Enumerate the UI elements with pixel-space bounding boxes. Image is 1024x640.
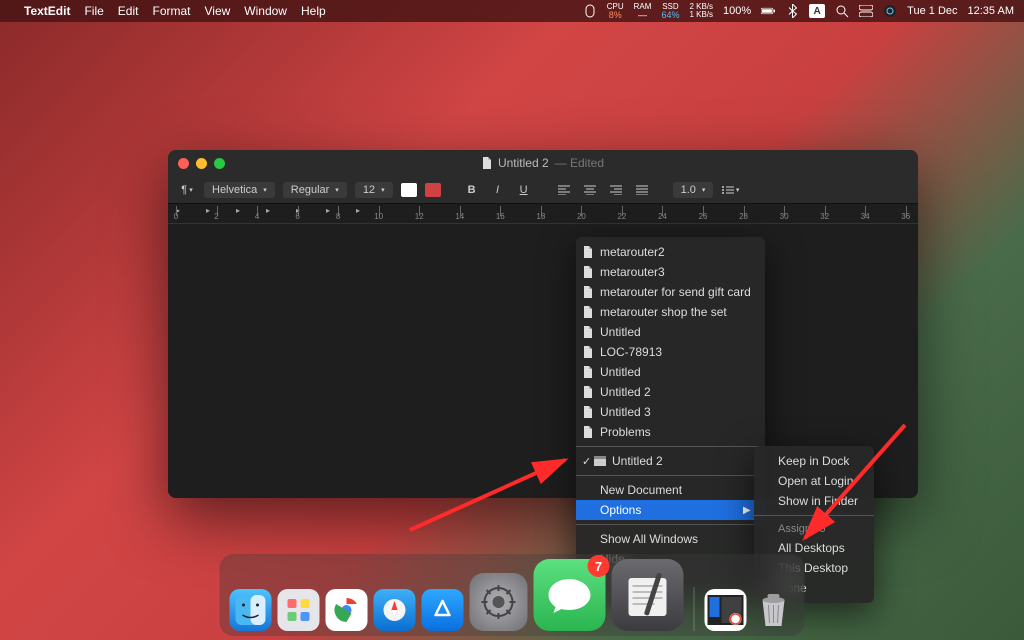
list-button[interactable]: ▾ bbox=[721, 181, 739, 199]
format-toolbar: ¶▾ Helvetica▾ Regular▾ 12▾ B I U 1.0▾ ▾ bbox=[168, 176, 918, 204]
menu-window[interactable]: Window bbox=[244, 4, 287, 18]
menu-recent-document[interactable]: Problems bbox=[576, 422, 765, 442]
paragraph-style-button[interactable]: ¶▾ bbox=[178, 181, 196, 199]
battery-percent[interactable]: 100% bbox=[723, 5, 751, 17]
menu-show-all-windows[interactable]: Show All Windows bbox=[576, 529, 765, 549]
net-stat[interactable]: 2 KB/s1 KB/s bbox=[689, 3, 713, 19]
dock-context-menu: metarouter2metarouter3metarouter for sen… bbox=[576, 237, 765, 594]
document-icon bbox=[582, 345, 594, 359]
dock: 7 bbox=[220, 554, 805, 636]
bluetooth-icon[interactable] bbox=[785, 4, 799, 18]
menu-recent-document[interactable]: metarouter shop the set bbox=[576, 302, 765, 322]
document-icon bbox=[582, 285, 594, 299]
underline-button[interactable]: U bbox=[515, 181, 533, 199]
document-icon bbox=[482, 157, 492, 169]
document-icon bbox=[582, 425, 594, 439]
document-icon bbox=[582, 265, 594, 279]
menu-recent-document[interactable]: metarouter for send gift card bbox=[576, 282, 765, 302]
menu-file[interactable]: File bbox=[84, 4, 103, 18]
align-justify-button[interactable] bbox=[633, 181, 651, 199]
battery-icon[interactable] bbox=[761, 4, 775, 18]
submenu-show-in-finder[interactable]: Show in Finder bbox=[754, 491, 874, 511]
chevron-right-icon: ▶ bbox=[723, 505, 751, 516]
dock-settings[interactable] bbox=[470, 573, 528, 631]
ssd-stat[interactable]: SSD64% bbox=[661, 3, 679, 20]
font-family-select[interactable]: Helvetica▾ bbox=[204, 182, 275, 198]
menu-new-document[interactable]: New Document bbox=[576, 480, 765, 500]
submenu-assign-to-heading: Assign To bbox=[754, 520, 874, 538]
menubar-time[interactable]: 12:35 AM bbox=[968, 5, 1014, 17]
menu-recent-document[interactable]: metarouter3 bbox=[576, 262, 765, 282]
bg-color-swatch[interactable] bbox=[425, 183, 441, 197]
window-icon bbox=[594, 454, 606, 468]
document-icon bbox=[582, 365, 594, 379]
align-right-button[interactable] bbox=[607, 181, 625, 199]
document-icon bbox=[582, 405, 594, 419]
control-center-icon[interactable] bbox=[859, 4, 873, 18]
dock-safari[interactable] bbox=[374, 589, 416, 631]
menu-separator bbox=[576, 524, 765, 525]
text-color-swatch[interactable] bbox=[401, 183, 417, 197]
dock-launchpad[interactable] bbox=[278, 589, 320, 631]
menu-recent-document[interactable]: Untitled 2 bbox=[576, 382, 765, 402]
menu-recent-document[interactable]: metarouter2 bbox=[576, 242, 765, 262]
menu-recent-document[interactable]: LOC-78913 bbox=[576, 342, 765, 362]
window-title: Untitled 2 — Edited bbox=[168, 156, 918, 170]
font-style-select[interactable]: Regular▾ bbox=[283, 182, 347, 198]
cpu-stat[interactable]: CPU8% bbox=[607, 3, 624, 20]
spotlight-icon[interactable] bbox=[835, 4, 849, 18]
submenu-keep-in-dock[interactable]: Keep in Dock bbox=[754, 451, 874, 471]
menu-separator bbox=[576, 446, 765, 447]
keyboard-input-icon[interactable]: A bbox=[809, 4, 825, 18]
document-icon bbox=[582, 385, 594, 399]
align-left-button[interactable] bbox=[555, 181, 573, 199]
document-icon bbox=[582, 305, 594, 319]
menu-recent-document[interactable]: Untitled bbox=[576, 362, 765, 382]
app-menu[interactable]: TextEdit bbox=[24, 4, 70, 18]
font-size-select[interactable]: 12▾ bbox=[355, 182, 393, 198]
menu-options[interactable]: Options ▶ bbox=[576, 500, 765, 520]
menu-separator bbox=[576, 475, 765, 476]
menubar-date[interactable]: Tue 1 Dec bbox=[907, 5, 957, 17]
dock-messages[interactable]: 7 bbox=[534, 559, 606, 631]
menu-format[interactable]: Format bbox=[152, 4, 190, 18]
menu-recent-document[interactable]: Untitled 3 bbox=[576, 402, 765, 422]
document-icon bbox=[582, 325, 594, 339]
dock-separator bbox=[694, 587, 695, 631]
bold-button[interactable]: B bbox=[463, 181, 481, 199]
align-center-button[interactable] bbox=[581, 181, 599, 199]
ram-stat[interactable]: RAM— bbox=[634, 3, 652, 20]
dock-textedit[interactable] bbox=[612, 559, 684, 631]
messages-badge: 7 bbox=[588, 555, 610, 577]
menubar: TextEdit File Edit Format View Window He… bbox=[0, 0, 1024, 22]
submenu-open-at-login[interactable]: Open at Login bbox=[754, 471, 874, 491]
dock-appstore[interactable] bbox=[422, 589, 464, 631]
menu-recent-document[interactable]: Untitled bbox=[576, 322, 765, 342]
menu-open-document[interactable]: ✓ Untitled 2 bbox=[576, 451, 765, 471]
dock-finder[interactable] bbox=[230, 589, 272, 631]
menu-separator bbox=[754, 515, 874, 516]
dock-trash[interactable] bbox=[753, 589, 795, 631]
mouse-icon[interactable] bbox=[583, 4, 597, 18]
menu-edit[interactable]: Edit bbox=[118, 4, 139, 18]
ruler[interactable]: ▸▸▸▸▸▸▸024681012141618202224262830323436 bbox=[168, 204, 918, 224]
checkmark-icon: ✓ bbox=[582, 455, 591, 468]
document-icon bbox=[582, 245, 594, 259]
window-titlebar[interactable]: Untitled 2 — Edited bbox=[168, 150, 918, 176]
line-spacing-select[interactable]: 1.0▾ bbox=[673, 182, 714, 198]
dock-chrome[interactable] bbox=[326, 589, 368, 631]
menu-help[interactable]: Help bbox=[301, 4, 326, 18]
italic-button[interactable]: I bbox=[489, 181, 507, 199]
menu-view[interactable]: View bbox=[205, 4, 231, 18]
siri-icon[interactable] bbox=[883, 4, 897, 18]
dock-minimized-window[interactable] bbox=[705, 589, 747, 631]
